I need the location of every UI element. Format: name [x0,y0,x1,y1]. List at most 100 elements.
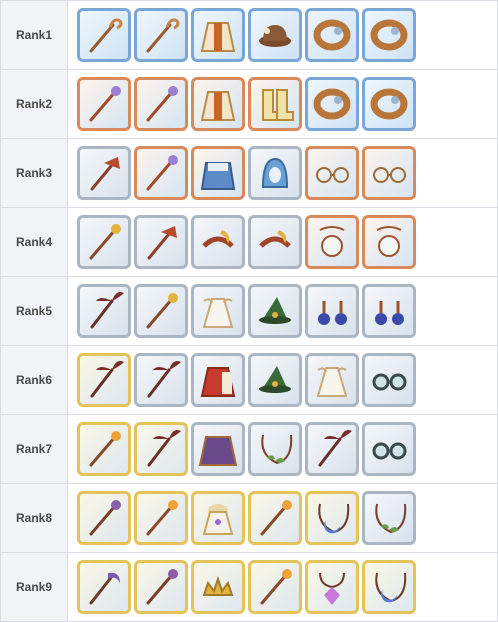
horn-hat-icon[interactable] [191,215,245,269]
dress-icon-graphic [316,367,348,397]
glasses-icon[interactable] [305,146,359,200]
bracelet-icon[interactable] [362,8,416,62]
wand-icon[interactable] [134,77,188,131]
rank-items-cell [67,207,498,277]
goggles-icon[interactable] [362,353,416,407]
laurel-necklace-icon[interactable] [248,422,302,476]
bracelet-icon[interactable] [362,77,416,131]
earring-icon[interactable] [305,284,359,338]
rank-label: Rank2 [0,69,68,139]
star-staff-icon[interactable] [134,560,188,614]
star-staff-icon[interactable] [77,491,131,545]
bracelet-icon[interactable] [305,8,359,62]
rank-row: Rank3 [0,138,498,208]
goggles-icon[interactable] [362,422,416,476]
rank-items-cell [67,138,498,208]
sun-staff-icon[interactable] [77,215,131,269]
fan-staff-icon-graphic [90,157,120,191]
staff-icon[interactable] [77,8,131,62]
wing-staff-icon-graphic [318,430,352,467]
crystal-necklace-icon[interactable] [305,560,359,614]
fan-staff-icon[interactable] [134,215,188,269]
flame-staff-icon[interactable] [248,491,302,545]
wing-staff-icon[interactable] [134,422,188,476]
moon-necklace-icon[interactable] [362,560,416,614]
fan-staff-icon[interactable] [77,146,131,200]
glasses-icon[interactable] [362,146,416,200]
rank-row: Rank4 [0,207,498,277]
scythe-staff-icon-graphic [89,572,120,605]
bracelet-icon[interactable] [305,77,359,131]
rank-row: Rank5 [0,276,498,346]
staff-icon-graphic [89,18,123,53]
boots-icon-graphic [262,89,294,121]
rank-label: Rank3 [0,138,68,208]
cloak-icon[interactable] [191,422,245,476]
rank-label: Rank7 [0,414,68,484]
staff-icon[interactable] [134,8,188,62]
witch-hat-icon-graphic [259,366,291,393]
glasses-icon-graphic [316,167,349,183]
scythe-staff-icon[interactable] [77,560,131,614]
rank-items-cell [67,0,498,70]
pendant-icon[interactable] [362,215,416,269]
robe-icon[interactable] [191,8,245,62]
robe-icon-graphic [200,22,236,52]
wand-icon-graphic [146,86,178,122]
bracelet-icon-graphic [313,88,351,120]
wand-icon[interactable] [134,146,188,200]
horn-hat-icon-graphic [259,230,291,248]
dress-icon[interactable] [191,284,245,338]
sun-staff-icon[interactable] [134,284,188,338]
fan-staff-icon-graphic [147,226,177,260]
wing-staff-icon[interactable] [305,422,359,476]
hood-icon-graphic [261,157,289,188]
rank-items-cell [67,276,498,346]
laurel-necklace-icon-graphic [261,434,293,465]
rank-items-cell [67,414,498,484]
glasses-icon-graphic [373,167,406,183]
rank-label: Rank8 [0,483,68,553]
armor-icon[interactable] [191,146,245,200]
pendant-icon[interactable] [305,215,359,269]
bracelet-icon-graphic [370,19,408,51]
earring-icon-graphic [318,301,347,325]
flame-staff-icon[interactable] [248,560,302,614]
earring-icon[interactable] [362,284,416,338]
wing-staff-icon[interactable] [134,353,188,407]
tiara-icon[interactable] [191,560,245,614]
wing-staff-icon[interactable] [77,284,131,338]
rank-row: Rank7 [0,414,498,484]
witch-hat-icon[interactable] [248,353,302,407]
flame-staff-icon[interactable] [134,491,188,545]
wing-staff-icon[interactable] [77,353,131,407]
rank-row: Rank1 [0,0,498,70]
star-staff-icon-graphic [89,500,121,536]
moon-necklace-icon-graphic [375,572,407,603]
witch-hat-icon-graphic [259,297,291,324]
robe-icon[interactable] [191,77,245,131]
goggles-icon-graphic [372,442,407,460]
horn-hat-icon[interactable] [248,215,302,269]
wing-staff-icon-graphic [147,361,181,398]
laurel-necklace-icon-graphic [375,503,407,534]
flame-staff-icon-graphic [260,500,292,536]
flame-staff-icon-graphic [260,569,292,605]
witch-hat-icon[interactable] [248,284,302,338]
star-staff-icon-graphic [146,569,178,605]
dress-icon[interactable] [305,353,359,407]
flame-staff-icon[interactable] [77,422,131,476]
gown-icon[interactable] [191,491,245,545]
laurel-necklace-icon[interactable] [362,491,416,545]
hat-icon-graphic [259,25,291,47]
red-robe-icon-graphic [200,367,236,397]
hat-icon[interactable] [248,8,302,62]
wand-icon[interactable] [77,77,131,131]
wing-staff-icon-graphic [147,430,181,467]
moon-necklace-icon[interactable] [305,491,359,545]
red-robe-icon[interactable] [191,353,245,407]
flame-staff-icon-graphic [89,431,121,467]
hood-icon[interactable] [248,146,302,200]
horn-hat-icon-graphic [202,230,234,248]
boots-icon[interactable] [248,77,302,131]
